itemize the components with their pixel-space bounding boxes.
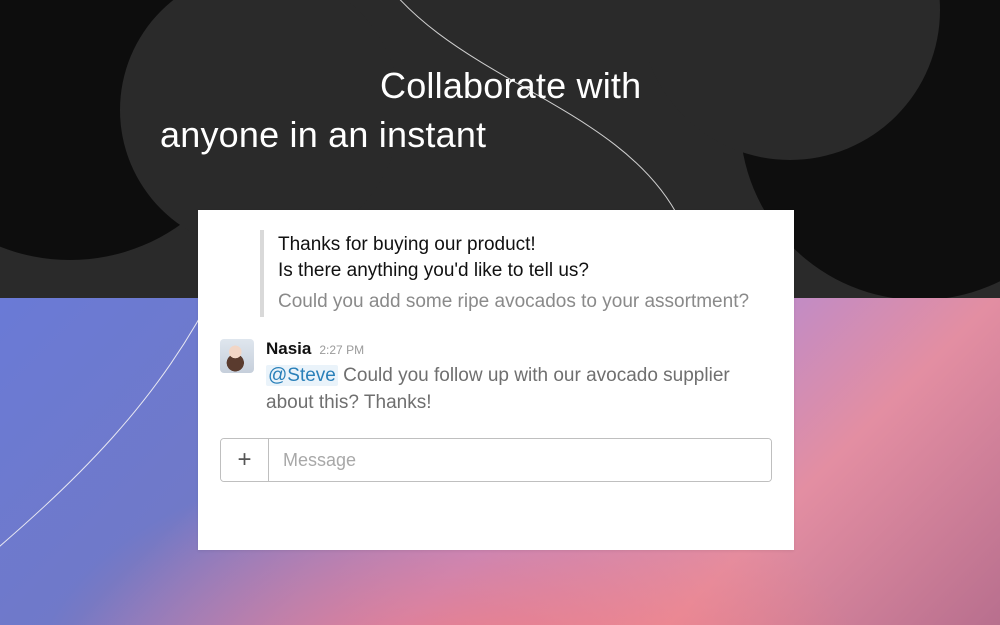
- attach-button[interactable]: +: [221, 439, 269, 481]
- chat-message: Nasia 2:27 PM @Steve Could you follow up…: [220, 339, 772, 416]
- message-author: Nasia: [266, 339, 311, 359]
- message-composer: +: [220, 438, 772, 482]
- survey-response: Could you add some ripe avocados to your…: [278, 289, 772, 315]
- quoted-survey-block: Thanks for buying our product! Is there …: [260, 230, 772, 317]
- hero-headline-line-1: Collaborate with: [160, 62, 860, 111]
- chat-card: Thanks for buying our product! Is there …: [198, 210, 794, 550]
- message-body: @Steve Could you follow up with our avoc…: [266, 363, 772, 416]
- survey-prompt: Thanks for buying our product! Is there …: [278, 232, 772, 283]
- mention[interactable]: @Steve: [266, 365, 338, 386]
- hero-headline: Collaborate with anyone in an instant: [160, 62, 860, 159]
- plus-icon: +: [237, 446, 251, 474]
- message-input[interactable]: [269, 439, 771, 481]
- survey-prompt-line-2: Is there anything you'd like to tell us?: [278, 258, 772, 284]
- avatar: [220, 339, 254, 373]
- message-timestamp: 2:27 PM: [319, 343, 364, 357]
- hero-headline-line-2: anyone in an instant: [160, 111, 860, 160]
- survey-prompt-line-1: Thanks for buying our product!: [278, 232, 772, 258]
